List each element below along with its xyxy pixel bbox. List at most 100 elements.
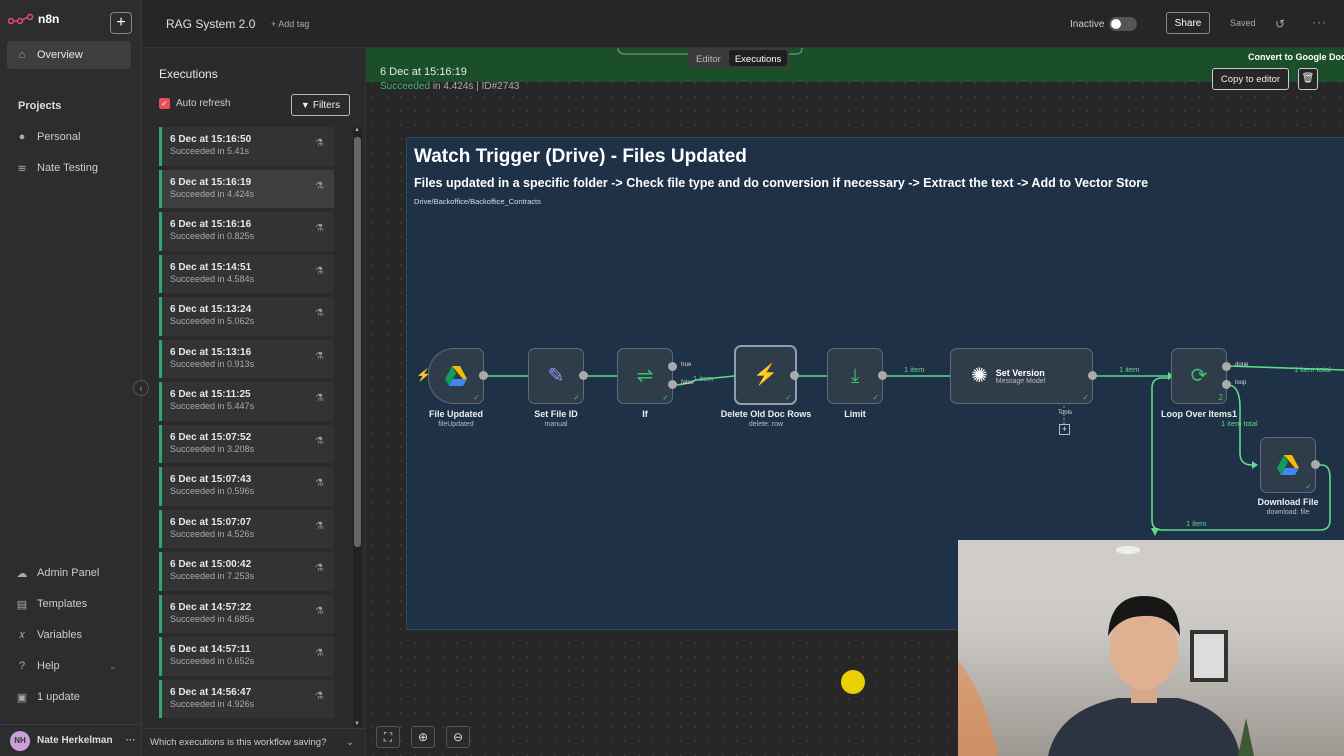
execution-settings-dropdown[interactable]: Which executions is this workflow saving…	[142, 728, 366, 756]
more-options-icon[interactable]: ···	[1312, 15, 1327, 29]
history-icon[interactable]: ↺	[1275, 17, 1285, 31]
execution-list-item[interactable]: 6 Dec at 15:16:16 Succeeded in 0.825s ⚗	[159, 212, 334, 251]
auto-refresh-label: Auto refresh	[176, 98, 231, 109]
scrollbar-thumb[interactable]	[354, 137, 361, 547]
output-port[interactable]	[1311, 460, 1320, 469]
zoom-to-fit-button[interactable]: ⛶	[376, 726, 400, 748]
sidebar-item-personal[interactable]: ● Personal	[7, 123, 131, 151]
execution-list-item[interactable]: 6 Dec at 15:07:52 Succeeded in 3.208s ⚗	[159, 424, 334, 463]
flask-icon[interactable]: ⚗	[315, 223, 324, 234]
execution-status: Succeeded in 5.062s	[170, 316, 255, 326]
node-inline-labels: Set Version Message Model	[996, 368, 1045, 385]
execution-list-item[interactable]: 6 Dec at 15:13:24 Succeeded in 5.062s ⚗	[159, 297, 334, 336]
node-if[interactable]: ⇌ ✓	[617, 348, 673, 404]
add-tag-link[interactable]: + Add tag	[271, 19, 309, 29]
flask-icon[interactable]: ⚗	[315, 393, 324, 404]
node-download-file[interactable]: ✓	[1260, 437, 1316, 493]
loop-run-count: 2	[1218, 393, 1223, 402]
node-delete-old-doc-rows[interactable]: ⚡ ✓	[734, 345, 797, 405]
execution-date: 6 Dec at 15:07:52	[170, 431, 252, 443]
execution-status: Succeeded in 4.526s	[170, 528, 255, 539]
limit-icon: ⤓	[850, 365, 860, 387]
node-name: Limit	[844, 409, 866, 419]
execution-list-item[interactable]: 6 Dec at 15:14:51 Succeeded in 4.584s ⚗	[159, 254, 334, 293]
output-port[interactable]	[790, 371, 799, 380]
flask-icon[interactable]: ⚗	[315, 521, 324, 532]
create-button[interactable]: +	[110, 12, 132, 34]
node-name: Loop Over Items1	[1160, 409, 1238, 419]
execution-list-item[interactable]: 6 Dec at 15:13:16 Succeeded in 0.913s ⚗	[159, 339, 334, 378]
tab-editor[interactable]: Editor	[690, 50, 727, 66]
flask-icon[interactable]: ⚗	[315, 648, 324, 659]
more-icon[interactable]: ···	[126, 735, 136, 746]
sidebar-item-nate-testing[interactable]: ≋ Nate Testing	[7, 154, 131, 182]
output-port-false[interactable]	[668, 380, 677, 389]
user-name: Nate Herkelman	[37, 735, 113, 746]
sidebar-item-variables[interactable]: 𝑥 Variables	[7, 621, 131, 649]
user-menu[interactable]: NH Nate Herkelman ···	[0, 724, 142, 756]
flask-icon[interactable]: ⚗	[315, 563, 324, 574]
output-port[interactable]	[878, 371, 887, 380]
collapse-sidebar-button[interactable]: ‹	[133, 380, 149, 396]
checkbox-checked-icon: ✓	[159, 98, 170, 109]
execution-list-item[interactable]: 6 Dec at 15:16:50 Succeeded in 5.41s ⚗	[159, 127, 334, 166]
active-toggle[interactable]	[1109, 17, 1137, 31]
node-subtitle: download: file	[1266, 509, 1310, 516]
templates-icon: ▤	[16, 598, 28, 611]
node-subtitle: fileUpdated	[438, 421, 474, 428]
n8n-logo[interactable]: n8n	[8, 12, 59, 26]
output-port-done[interactable]	[1222, 362, 1231, 371]
sidebar-item-admin-panel[interactable]: ☁ Admin Panel	[7, 559, 131, 587]
execution-list-item[interactable]: 6 Dec at 14:57:22 Succeeded in 4.685s ⚗	[159, 594, 334, 633]
zoom-out-button[interactable]: ⊖	[446, 726, 470, 748]
add-tool-button[interactable]: +	[1059, 424, 1070, 435]
flask-icon[interactable]: ⚗	[315, 308, 324, 319]
success-check-icon: ✓	[1082, 393, 1089, 402]
output-port-loop[interactable]	[1222, 380, 1231, 389]
zoom-in-icon: ⊕	[417, 730, 429, 744]
node-file-updated[interactable]: ✓	[428, 348, 484, 404]
flask-icon[interactable]: ⚗	[315, 351, 324, 362]
workflow-name[interactable]: RAG System 2.0	[166, 17, 255, 31]
sidebar-item-update[interactable]: ▣ 1 update	[7, 683, 131, 711]
execution-list-item[interactable]: 6 Dec at 15:07:07 Succeeded in 4.526s ⚗	[159, 509, 334, 548]
output-port-true[interactable]	[668, 362, 677, 371]
flask-icon[interactable]: ⚗	[315, 606, 324, 617]
tab-executions[interactable]: Executions	[728, 50, 788, 66]
execution-date: 6 Dec at 14:57:11	[170, 644, 251, 655]
execution-list-item[interactable]: 6 Dec at 15:07:43 Succeeded in 0.596s ⚗	[159, 467, 334, 506]
sidebar-item-label: Templates	[37, 598, 88, 610]
auto-refresh-checkbox[interactable]: ✓ Auto refresh	[159, 98, 230, 109]
share-button[interactable]: Share	[1166, 12, 1210, 34]
flask-icon[interactable]: ⚗	[315, 138, 324, 149]
sidebar-item-templates[interactable]: ▤ Templates	[7, 590, 131, 618]
execution-list-item[interactable]: 6 Dec at 14:57:11 Succeeded in 0.652s ⚗	[159, 637, 334, 676]
flask-icon[interactable]: ⚗	[315, 266, 324, 277]
execution-list-item[interactable]: 6 Dec at 15:00:42 Succeeded in 7.253s ⚗	[159, 552, 334, 591]
output-port[interactable]	[479, 371, 488, 380]
sidebar-item-overview[interactable]: ⌂ Overview	[7, 41, 131, 69]
execution-date: 6 Dec at 14:57:22	[170, 601, 252, 613]
flask-icon[interactable]: ⚗	[315, 478, 324, 489]
flask-icon[interactable]: ⚗	[315, 181, 324, 192]
scroll-up-icon[interactable]: ▲	[354, 127, 360, 133]
scroll-down-icon[interactable]: ▼	[354, 721, 360, 727]
sidebar-item-help[interactable]: ? Help ⌄	[7, 652, 131, 680]
scrollbar[interactable]: ▲ ▼	[353, 127, 362, 727]
node-limit[interactable]: ⤓ ✓	[827, 348, 883, 404]
execution-list-item[interactable]: 6 Dec at 15:16:19 Succeeded in 4.424s ⚗	[159, 169, 334, 208]
zoom-out-icon: ⊖	[452, 730, 464, 744]
node-set-version[interactable]: ✺ Set Version Message Model ✓	[950, 348, 1093, 404]
output-port[interactable]	[1088, 371, 1097, 380]
execution-list-item[interactable]: 6 Dec at 14:56:47 Succeeded in 4.926s ⚗	[159, 679, 334, 718]
zoom-in-button[interactable]: ⊕	[411, 726, 435, 748]
execution-list-item[interactable]: 6 Dec at 15:11:25 Succeeded in 5.447s ⚗	[159, 382, 334, 421]
flask-icon[interactable]: ⚗	[315, 691, 324, 702]
filter-icon: ▼	[300, 100, 310, 110]
chevron-down-icon: ⌄	[346, 737, 354, 748]
output-port[interactable]	[579, 371, 588, 380]
node-loop-over-items1[interactable]: ⟳ 2	[1171, 348, 1227, 404]
node-set-file-id[interactable]: ✎ ✓	[528, 348, 584, 404]
flask-icon[interactable]: ⚗	[315, 436, 324, 447]
filters-button[interactable]: ▼ Filters	[291, 94, 350, 116]
